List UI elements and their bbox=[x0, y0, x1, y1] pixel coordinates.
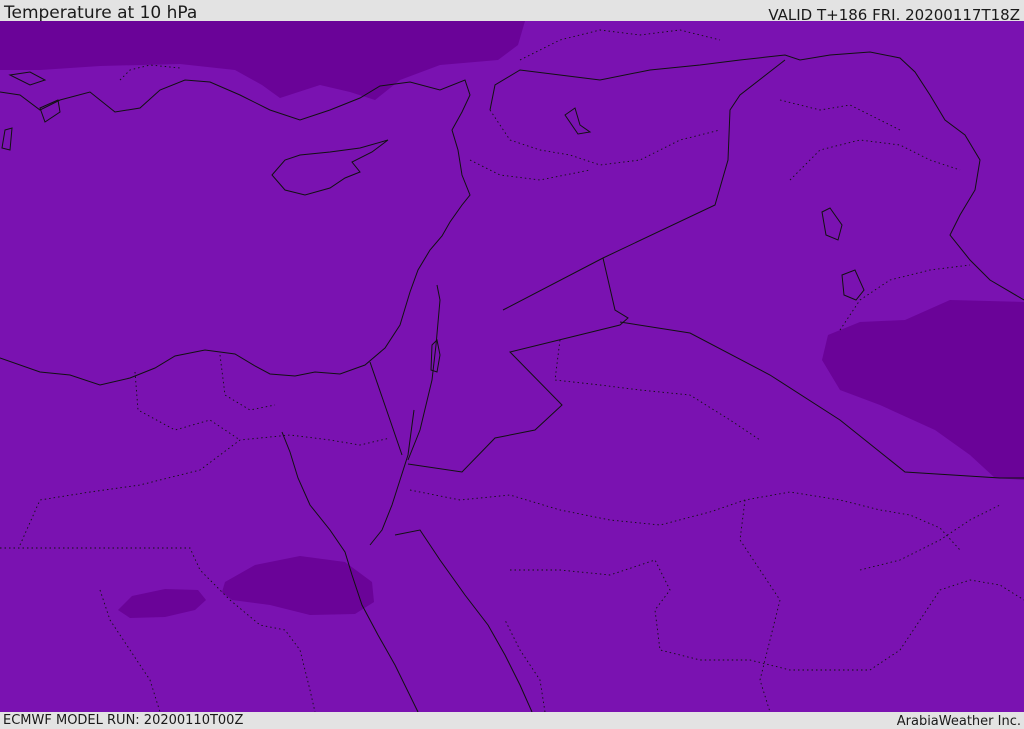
map-title: Temperature at 10 hPa bbox=[4, 3, 198, 23]
model-run-label: ECMWF MODEL RUN: 20200110T00Z bbox=[3, 713, 244, 728]
header-bar: Temperature at 10 hPa VALID T+186 FRI. 2… bbox=[0, 0, 1024, 24]
map-canvas bbox=[0, 21, 1024, 712]
credit-label: ArabiaWeather Inc. bbox=[896, 714, 1021, 729]
footer-bar: ECMWF MODEL RUN: 20200110T00Z ArabiaWeat… bbox=[0, 712, 1024, 729]
weather-map-frame: Temperature at 10 hPa VALID T+186 FRI. 2… bbox=[0, 0, 1024, 729]
map-svg bbox=[0, 21, 1024, 712]
